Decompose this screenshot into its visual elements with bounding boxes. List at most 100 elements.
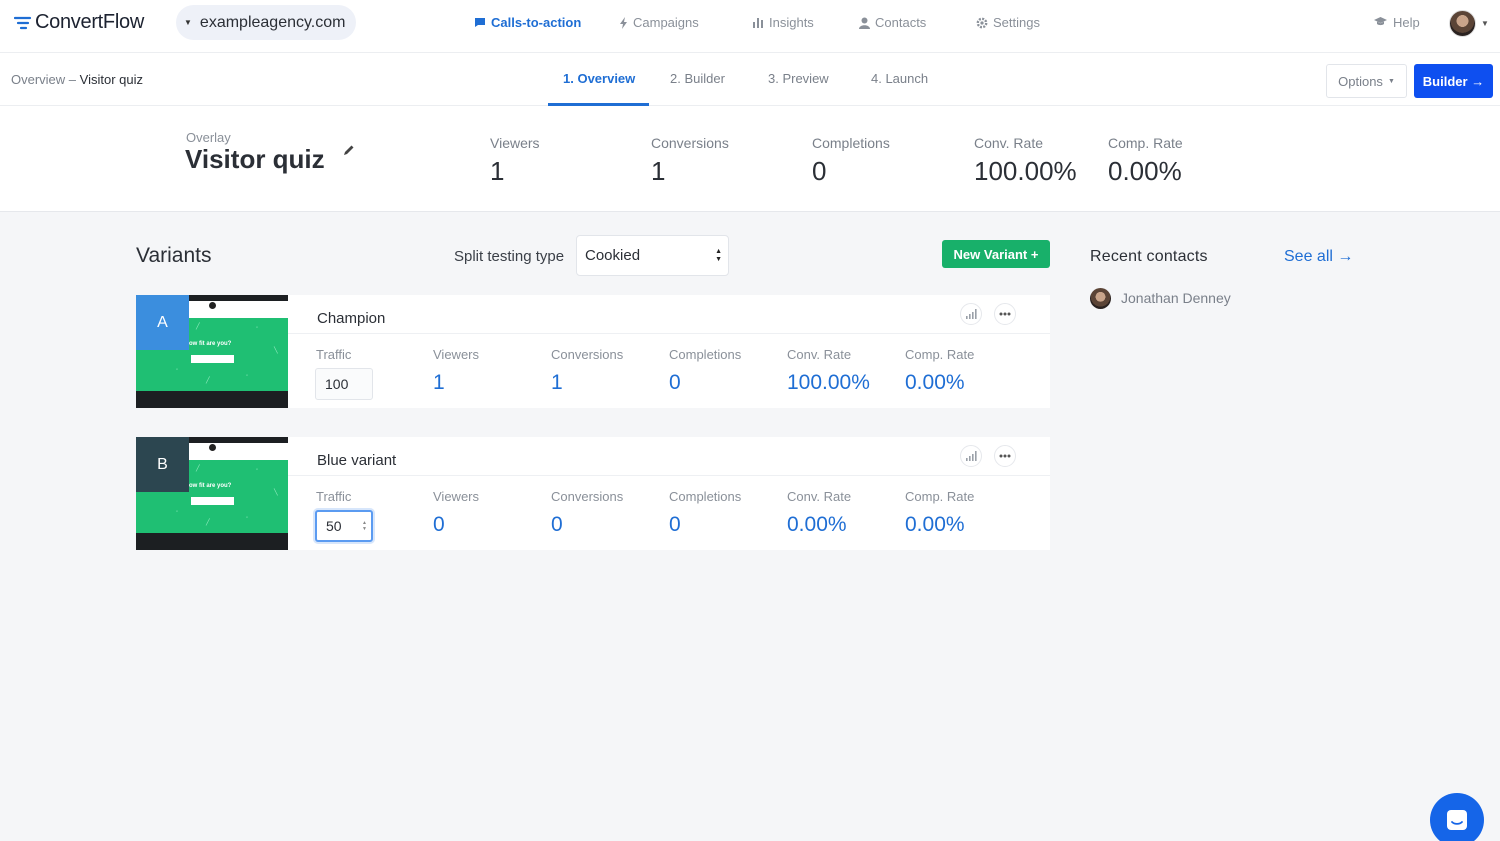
variant-name[interactable]: Blue variant: [317, 452, 396, 469]
tab-overview[interactable]: 1. Overview: [563, 71, 635, 86]
completions-label: Completions: [669, 489, 742, 504]
thumbnail-decoration: ╱: [196, 466, 200, 472]
caret-down-icon[interactable]: ▼: [1481, 19, 1489, 28]
thumbnail-decoration: ◦: [256, 325, 259, 331]
chat-icon: [1447, 810, 1467, 830]
thumbnail-question: ow fit are you?: [189, 483, 232, 489]
conv-rate-label: Conv. Rate: [787, 489, 852, 504]
bolt-icon: [619, 16, 628, 29]
variants-heading: Variants: [136, 244, 212, 267]
variant-name[interactable]: Champion: [317, 310, 385, 327]
thumbnail-decoration: ╱: [206, 378, 210, 384]
stat-value: 1: [651, 156, 666, 186]
variant-letter-badge: A: [136, 295, 189, 350]
variant-card-a: ╱ ◦ ╲ ◦ ◦ ╱ ow fit are you? A Champion T…: [136, 295, 1050, 408]
nav-campaigns[interactable]: Campaigns: [619, 15, 699, 30]
select-arrows-icon: ▲ ▼: [715, 248, 722, 263]
traffic-input[interactable]: 100: [315, 368, 373, 400]
tab-launch[interactable]: 4. Launch: [871, 71, 928, 86]
tab-preview[interactable]: 3. Preview: [768, 71, 829, 86]
breadcrumb-parent[interactable]: Overview: [11, 72, 65, 87]
thumbnail-bottom-bar: [136, 533, 288, 550]
domain-selector[interactable]: ▼ exampleagency.com: [176, 5, 356, 40]
nav-label: Calls-to-action: [491, 15, 582, 30]
help-label: Help: [1393, 15, 1420, 30]
nav-insights[interactable]: Insights: [752, 15, 814, 30]
top-navigation: ConvertFlow ▼ exampleagency.com Calls-to…: [0, 0, 1500, 53]
conversions-value: 0: [551, 513, 563, 536]
variant-report-button[interactable]: [960, 445, 982, 467]
nav-label: Campaigns: [633, 15, 699, 30]
variant-thumbnail[interactable]: ╱ ◦ ╲ ◦ ◦ ╱ ow fit are you? A: [136, 295, 288, 408]
thumbnail-decoration: ◦: [246, 373, 249, 379]
thumbnail-logo-dot: [209, 444, 216, 451]
contact-avatar[interactable]: [1090, 288, 1111, 309]
page-title: Visitor quiz: [185, 144, 325, 174]
logo-text: ConvertFlow: [35, 11, 144, 33]
number-spinner-icon[interactable]: ▲ ▼: [362, 520, 367, 532]
nav-label: Contacts: [875, 15, 927, 30]
thumbnail-decoration: ◦: [176, 367, 179, 373]
user-avatar[interactable]: [1449, 10, 1476, 37]
split-testing-value: Cookied: [585, 247, 641, 264]
comp-rate-label: Comp. Rate: [905, 489, 975, 504]
campaign-summary: Overlay Visitor quiz Viewers 1 Conversio…: [0, 106, 1500, 212]
convertflow-logo[interactable]: ConvertFlow: [14, 11, 144, 34]
nav-label: Settings: [993, 15, 1040, 30]
stat-label: Conversions: [651, 135, 729, 151]
thumbnail-decoration: ╱: [196, 324, 200, 330]
builder-button[interactable]: Builder →: [1414, 64, 1493, 98]
cta-type-label: Overlay: [186, 130, 231, 145]
nav-contacts[interactable]: Contacts: [859, 15, 926, 30]
stat-value: 0: [812, 156, 827, 186]
thumbnail-question: ow fit are you?: [189, 341, 232, 347]
options-dropdown-button[interactable]: Options ▼: [1326, 64, 1407, 98]
conversions-value: 1: [551, 371, 563, 394]
card-divider: [288, 333, 1050, 334]
variant-more-button[interactable]: [994, 303, 1016, 325]
stat-conversions: Conversions 1: [651, 135, 729, 187]
help-link[interactable]: Help: [1374, 15, 1420, 30]
viewers-value: 1: [433, 371, 445, 394]
traffic-value: 100: [325, 376, 349, 392]
variant-thumbnail[interactable]: ╱ ◦ ╲ ◦ ◦ ╱ ow fit are you? B: [136, 437, 288, 550]
stat-label: Conv. Rate: [974, 135, 1043, 151]
split-testing-label: Split testing type: [454, 248, 565, 265]
thumbnail-decoration: ◦: [256, 467, 259, 473]
caret-down-icon: ▼: [184, 18, 192, 27]
conv-rate-value: 100.00%: [787, 371, 870, 394]
stat-comp-rate: Comp. Rate 0.00%: [1108, 135, 1183, 187]
new-variant-button[interactable]: New Variant +: [942, 240, 1050, 268]
contact-name-link[interactable]: Jonathan Denney: [1121, 290, 1231, 306]
stat-completions: Completions 0: [812, 135, 890, 187]
traffic-label: Traffic: [316, 347, 352, 362]
pencil-icon[interactable]: [343, 144, 355, 159]
conv-rate-label: Conv. Rate: [787, 347, 852, 362]
completions-label: Completions: [669, 347, 742, 362]
viewers-label: Viewers: [433, 347, 480, 362]
thumbnail-button: [191, 497, 234, 505]
stat-label: Completions: [812, 135, 890, 151]
tab-builder[interactable]: 2. Builder: [670, 71, 725, 86]
nav-settings[interactable]: Settings: [976, 15, 1040, 30]
step-bar: Overview – Visitor quiz 1. Overview 2. B…: [0, 53, 1500, 106]
variant-card-b: ╱ ◦ ╲ ◦ ◦ ╱ ow fit are you? B Blue varia…: [136, 437, 1050, 550]
traffic-input[interactable]: 50 ▲ ▼: [315, 510, 373, 542]
breadcrumb-separator: –: [65, 72, 80, 87]
conv-rate-value: 0.00%: [787, 513, 847, 536]
caret-down-icon: ▼: [1387, 77, 1395, 85]
variant-more-button[interactable]: [994, 445, 1016, 467]
see-all-contacts-link[interactable]: See all →: [1284, 248, 1353, 266]
conversions-label: Conversions: [551, 489, 624, 504]
chat-bubble-icon: [474, 17, 486, 28]
chat-launcher-button[interactable]: [1430, 793, 1484, 841]
variant-letter-badge: B: [136, 437, 189, 492]
user-icon: [859, 17, 870, 29]
domain-selector-value: exampleagency.com: [199, 13, 346, 31]
gear-icon: [976, 17, 988, 29]
options-label: Options: [1338, 73, 1383, 89]
variant-report-button[interactable]: [960, 303, 982, 325]
completions-value: 0: [669, 513, 681, 536]
split-testing-select[interactable]: Cookied ▲ ▼: [576, 235, 729, 276]
nav-calls-to-action[interactable]: Calls-to-action: [474, 15, 581, 30]
